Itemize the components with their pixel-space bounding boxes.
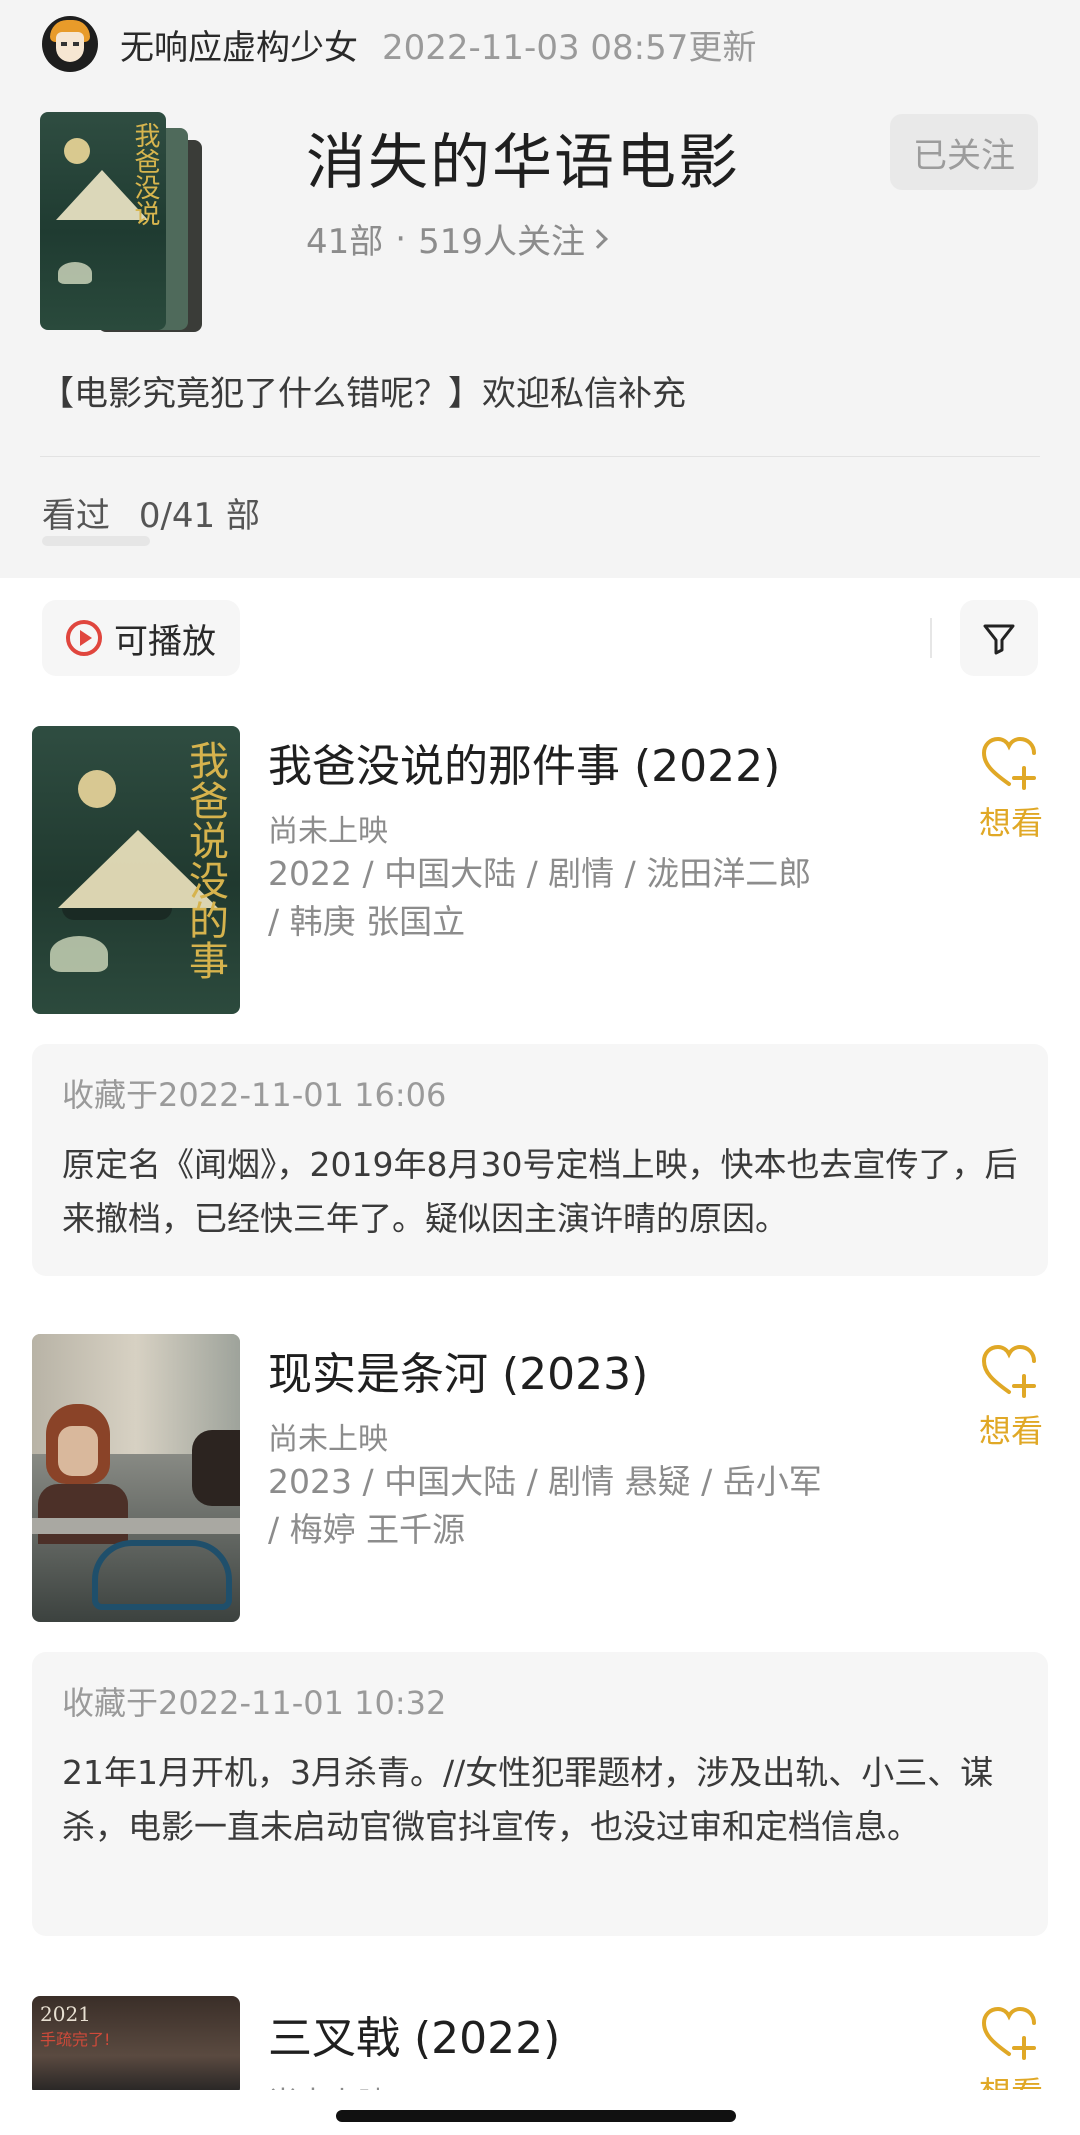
home-indicator[interactable] <box>336 2110 736 2122</box>
heart-plus-icon <box>981 2006 1036 2060</box>
play-icon <box>66 620 102 656</box>
heart-plus-icon <box>981 1344 1036 1398</box>
watched-progress-bar <box>42 536 150 546</box>
funnel-icon <box>983 624 1015 655</box>
list-cover: 我爸没说 <box>40 112 262 334</box>
page-title: 消失的华语电影 <box>306 128 740 198</box>
movie-title[interactable]: 现实是条河 (2023) <box>268 1338 648 1402</box>
update-time: 2022-11-03 08:57更新 <box>382 27 757 68</box>
list-header: 无响应虚构少女 2022-11-03 08:57更新 我爸没说 消失的华语电影 … <box>0 0 1080 578</box>
divider <box>40 456 1040 457</box>
playable-filter-button[interactable]: 可播放 <box>42 600 240 676</box>
movie-info: 2023 / 中国大陆 / 剧情 悬疑 / 岳小军 / 梅婷 王千源 <box>268 1462 822 1549</box>
poster-title-art: 我爸说没的事 <box>182 740 228 980</box>
watched-progress: 看过 0/41 部 <box>42 488 260 537</box>
list-description: 【电影究竟犯了什么错呢？】欢迎私信补充 <box>40 374 686 414</box>
avatar[interactable] <box>42 16 98 72</box>
cover-image: 我爸没说 <box>40 112 166 330</box>
want-to-watch-button[interactable]: 想看 <box>966 734 1056 844</box>
filter-button[interactable] <box>960 600 1038 676</box>
poster-caption: 手疏完了! <box>40 2030 111 2049</box>
note-card: 收藏于2022-11-01 10:32 21年1月开机，3月杀青。//女性犯罪题… <box>32 1652 1048 1936</box>
divider <box>930 618 932 658</box>
want-to-watch-button[interactable]: 想看 <box>966 1342 1056 1452</box>
film-count: 41部 <box>306 222 384 262</box>
want-to-watch-label: 想看 <box>978 1412 1043 1450</box>
movie-title[interactable]: 三叉戟 (2022) <box>268 2002 560 2066</box>
meta-separator: · <box>395 218 407 259</box>
owner-name[interactable]: 无响应虚构少女 <box>120 20 358 69</box>
movie-poster[interactable]: 我爸说没的事 <box>32 726 240 1014</box>
poster-year: 2021 <box>40 2002 91 2026</box>
saved-date: 收藏于2022-11-01 16:06 <box>62 1076 447 1114</box>
note-text: 原定名《闻烟》，2019年8月30号定档上映，快本也去宣传了，后来撤档，已经快三… <box>62 1145 1018 1238</box>
want-to-watch-label: 想看 <box>978 804 1043 842</box>
owner-row[interactable]: 无响应虚构少女 2022-11-03 08:57更新 <box>42 16 756 72</box>
movie-title[interactable]: 我爸没说的那件事 (2022) <box>268 730 780 794</box>
watched-count: 0/41 部 <box>138 496 260 536</box>
follow-button[interactable]: 已关注 <box>890 114 1038 190</box>
playable-filter-label: 可播放 <box>114 621 216 662</box>
note-card: 收藏于2022-11-01 16:06 原定名《闻烟》，2019年8月30号定档… <box>32 1044 1048 1276</box>
movie-info: 2022 / 中国大陆 / 剧情 / 泷田洋二郎 / 韩庚 张国立 <box>268 854 812 941</box>
follower-count[interactable]: 519人关注 <box>418 214 585 263</box>
heart-plus-icon <box>981 736 1036 790</box>
saved-date: 收藏于2022-11-01 10:32 <box>62 1684 447 1722</box>
release-status: 尚未上映 <box>268 1422 388 1457</box>
chevron-right-icon[interactable] <box>588 228 608 249</box>
movie-poster[interactable] <box>32 1334 240 1622</box>
note-text: 21年1月开机，3月杀青。//女性犯罪题材，涉及出轨、小三、谋杀，电影一直未启动… <box>62 1753 994 1846</box>
movie-poster[interactable]: 2021 手疏完了! <box>32 1996 240 2096</box>
watched-label: 看过 <box>42 496 110 536</box>
release-status: 尚未上映 <box>268 814 388 849</box>
cover-title-art: 我爸没说 <box>130 122 160 226</box>
list-meta[interactable]: 41部 · 519人关注 <box>306 214 608 263</box>
